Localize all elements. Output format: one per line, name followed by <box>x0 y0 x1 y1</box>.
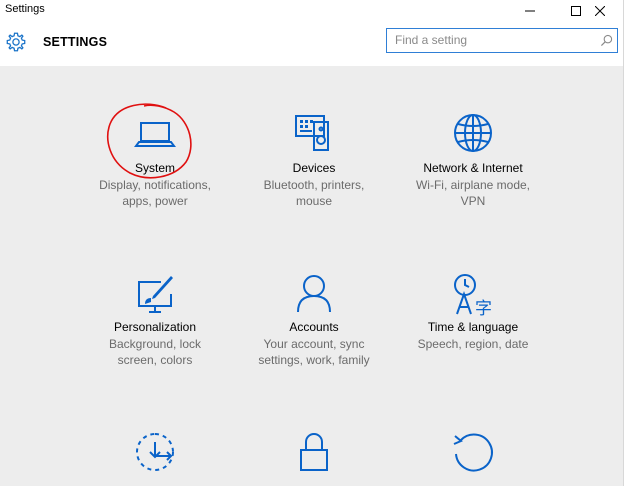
tile-update-security[interactable] <box>398 430 548 486</box>
tile-system-desc-2: apps, power <box>122 194 188 208</box>
tile-personalization-label: Personalization <box>113 320 197 334</box>
update-icon <box>453 433 493 472</box>
tile-accounts-label: Accounts <box>289 320 339 334</box>
paint-icon <box>138 276 173 313</box>
minimize-icon <box>525 10 535 11</box>
minimize-button[interactable] <box>507 0 553 21</box>
settings-header: SETTINGS <box>0 21 623 66</box>
tile-devices[interactable]: Devices Bluetooth, printers, mouse <box>239 112 389 212</box>
tile-devices-desc-2: mouse <box>295 194 333 208</box>
page-title: SETTINGS <box>43 35 108 49</box>
search-box[interactable] <box>386 28 618 53</box>
tile-devices-label: Devices <box>292 161 336 175</box>
lock-icon <box>300 433 328 471</box>
tile-ease-of-access[interactable] <box>80 430 230 486</box>
tile-accounts[interactable]: Accounts Your account, sync settings, wo… <box>239 272 389 372</box>
settings-window: Settings SETTINGS Find a setting System … <box>0 0 624 486</box>
globe-icon <box>454 114 492 152</box>
tile-personalization-desc-1: Background, lock <box>108 337 202 351</box>
tile-time-language-label: Time & language <box>427 320 519 334</box>
ease-of-access-icon <box>136 433 174 471</box>
tile-personalization[interactable]: Personalization Background, lock screen,… <box>80 272 230 372</box>
gear-icon <box>6 32 26 52</box>
search-input[interactable] <box>387 29 595 51</box>
title-bar[interactable]: Settings <box>0 0 623 21</box>
tile-privacy[interactable] <box>239 430 389 486</box>
tile-time-language-desc-1: Speech, region, date <box>417 337 529 351</box>
person-icon <box>297 275 331 313</box>
close-button[interactable] <box>577 0 623 21</box>
search-icon[interactable] <box>600 34 613 47</box>
tile-network-internet[interactable]: Network & Internet Wi-Fi, airplane mode,… <box>398 112 548 212</box>
svg-text:字: 字 <box>475 299 492 319</box>
tile-network-desc-2: VPN <box>460 194 486 208</box>
tile-accounts-desc-2: settings, work, family <box>258 353 370 367</box>
tile-network-desc-1: Wi-Fi, airplane mode, <box>415 178 531 192</box>
time-language-icon: 字 <box>454 274 492 319</box>
tile-system-desc-1: Display, notifications, <box>99 178 211 192</box>
tile-accounts-desc-1: Your account, sync <box>263 337 365 351</box>
tile-system-label: System <box>134 161 175 175</box>
window-title: Settings <box>5 3 45 15</box>
tile-time-language[interactable]: 字 Time & language Speech, region, date <box>398 272 548 372</box>
tile-system[interactable]: System Display, notifications, apps, pow… <box>80 112 230 212</box>
tile-network-label: Network & Internet <box>423 161 523 175</box>
laptop-icon <box>134 122 176 147</box>
tile-devices-desc-1: Bluetooth, printers, <box>263 178 365 192</box>
close-icon <box>595 5 605 16</box>
tile-personalization-desc-2: screen, colors <box>117 353 193 367</box>
devices-icon <box>295 115 329 151</box>
